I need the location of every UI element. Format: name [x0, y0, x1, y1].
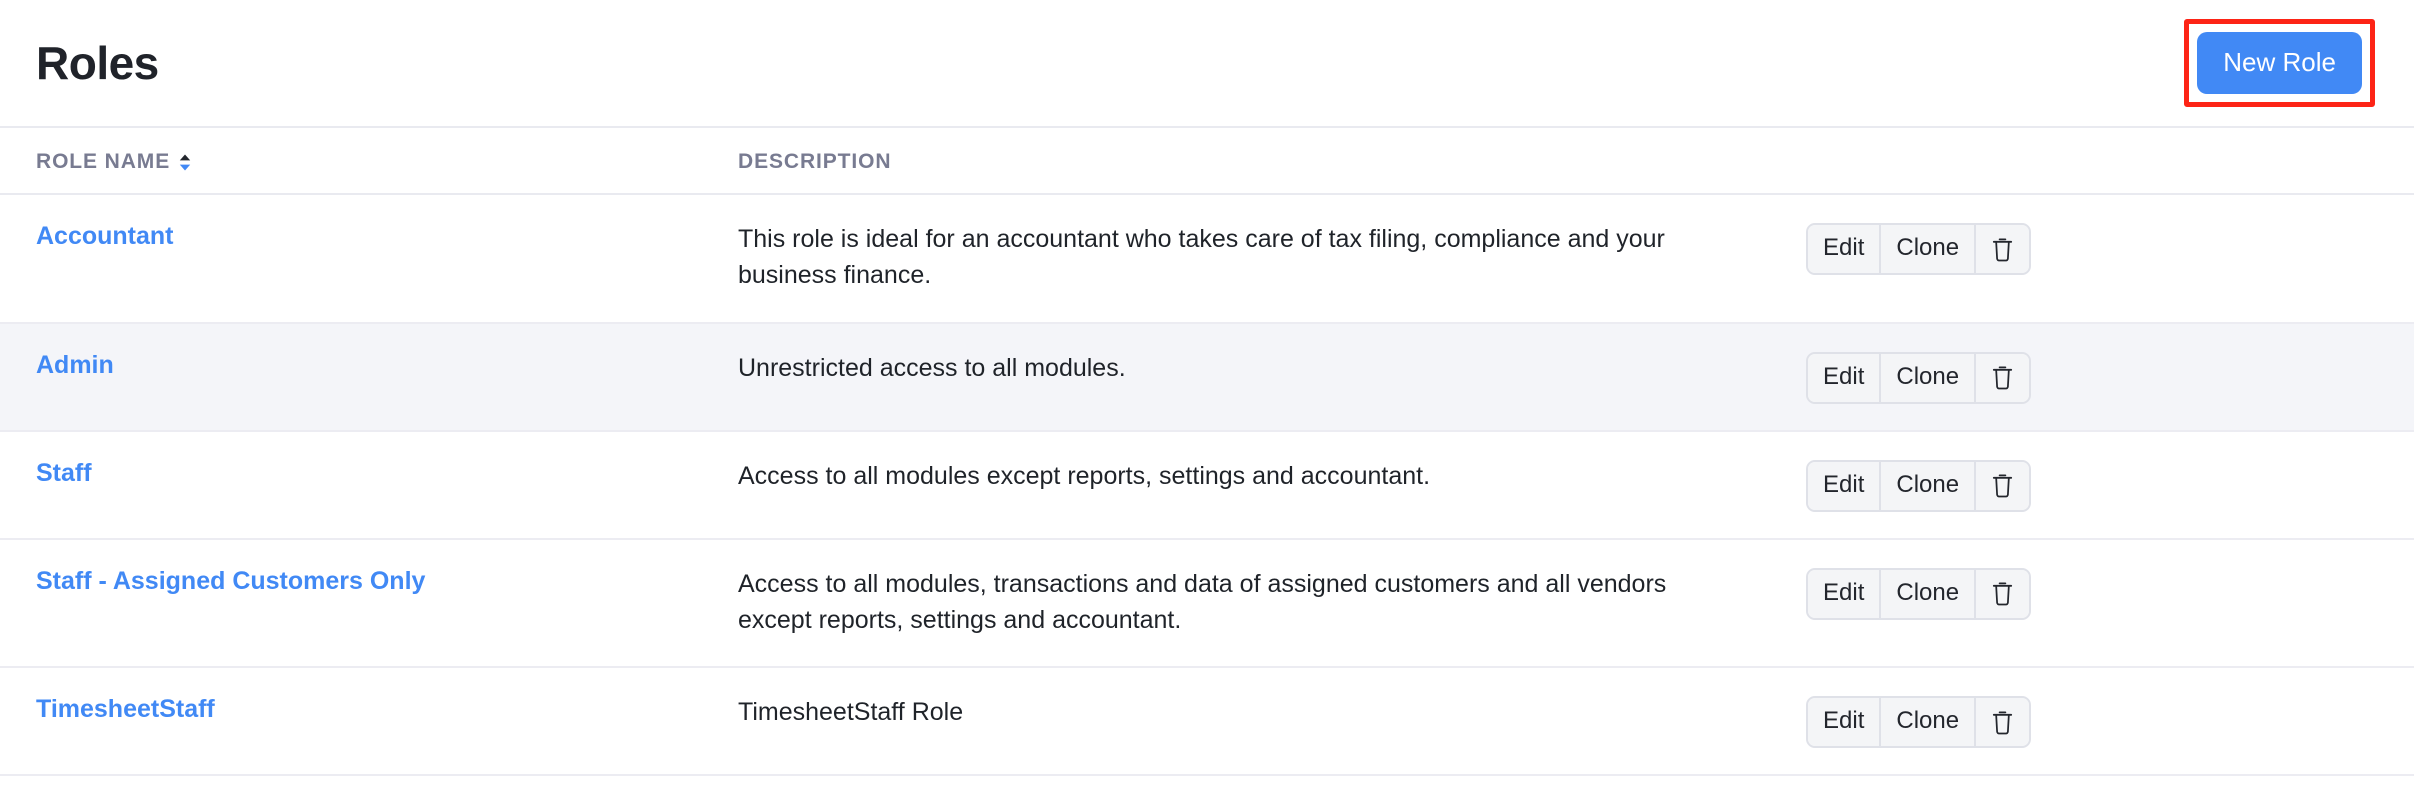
trash-icon [1990, 472, 2015, 499]
role-name-cell: TimesheetStaff [0, 667, 738, 775]
role-actions-cell: Edit Clone [1800, 667, 2414, 775]
table-row: Staff - Assigned Customers Only Access t… [0, 539, 2414, 668]
column-header-role-name[interactable]: ROLE NAME [0, 128, 738, 194]
role-name-sort-control[interactable]: ROLE NAME [36, 150, 192, 174]
row-action-group: Edit Clone [1806, 352, 2031, 404]
role-actions-cell: Edit Clone [1800, 539, 2414, 668]
clone-button[interactable]: Clone [1881, 570, 1976, 618]
table-row: Admin Unrestricted access to all modules… [0, 323, 2414, 431]
trash-icon [1990, 236, 2015, 263]
sort-chevrons-icon[interactable] [178, 153, 192, 172]
new-role-highlight-box: New Role [2184, 19, 2375, 107]
role-link-staff[interactable]: Staff [36, 458, 92, 489]
delete-button[interactable] [1976, 225, 2029, 273]
clone-button[interactable]: Clone [1881, 698, 1976, 746]
column-header-description-label: DESCRIPTION [738, 150, 891, 173]
delete-button[interactable] [1976, 462, 2029, 510]
row-action-group: Edit Clone [1806, 223, 2031, 275]
roles-page: Roles New Role ROLE NAME [0, 0, 2414, 788]
clone-button[interactable]: Clone [1881, 225, 1976, 273]
row-action-group: Edit Clone [1806, 696, 2031, 748]
role-link-accountant[interactable]: Accountant [36, 221, 174, 252]
role-name-cell: Staff [0, 431, 738, 539]
table-row: TimesheetStaff TimesheetStaff Role Edit … [0, 667, 2414, 775]
delete-button[interactable] [1976, 698, 2029, 746]
role-description-cell: This role is ideal for an accountant who… [738, 194, 1800, 323]
clone-button[interactable]: Clone [1881, 462, 1976, 510]
role-name-cell: Accountant [0, 194, 738, 323]
delete-button[interactable] [1976, 354, 2029, 402]
delete-button[interactable] [1976, 570, 2029, 618]
trash-icon [1990, 364, 2015, 391]
role-link-admin[interactable]: Admin [36, 350, 114, 381]
column-header-description: DESCRIPTION [738, 128, 1800, 194]
row-action-group: Edit Clone [1806, 460, 2031, 512]
page-title: Roles [36, 40, 159, 86]
roles-table: ROLE NAME DESCRIPTION [0, 128, 2414, 776]
table-row: Accountant This role is ideal for an acc… [0, 194, 2414, 323]
edit-button[interactable]: Edit [1808, 354, 1881, 402]
role-description-cell: Access to all modules except reports, se… [738, 431, 1800, 539]
role-description-cell: Unrestricted access to all modules. [738, 323, 1800, 431]
edit-button[interactable]: Edit [1808, 570, 1881, 618]
role-link-timesheetstaff[interactable]: TimesheetStaff [36, 694, 215, 725]
role-description-cell: TimesheetStaff Role [738, 667, 1800, 775]
column-header-actions [1800, 128, 2414, 194]
edit-button[interactable]: Edit [1808, 462, 1881, 510]
trash-icon [1990, 580, 2015, 607]
table-header: ROLE NAME DESCRIPTION [0, 128, 2414, 194]
role-description-cell: Access to all modules, transactions and … [738, 539, 1800, 668]
table-header-row: ROLE NAME DESCRIPTION [0, 128, 2414, 194]
role-actions-cell: Edit Clone [1800, 323, 2414, 431]
edit-button[interactable]: Edit [1808, 698, 1881, 746]
role-name-cell: Staff - Assigned Customers Only [0, 539, 738, 668]
edit-button[interactable]: Edit [1808, 225, 1881, 273]
role-name-cell: Admin [0, 323, 738, 431]
column-header-role-name-label: ROLE NAME [36, 150, 170, 174]
role-link-staff-assigned-customers-only[interactable]: Staff - Assigned Customers Only [36, 566, 425, 597]
table-body: Accountant This role is ideal for an acc… [0, 194, 2414, 775]
page-header: Roles New Role [0, 0, 2414, 128]
clone-button[interactable]: Clone [1881, 354, 1976, 402]
role-actions-cell: Edit Clone [1800, 431, 2414, 539]
trash-icon [1990, 709, 2015, 736]
role-actions-cell: Edit Clone [1800, 194, 2414, 323]
new-role-button[interactable]: New Role [2197, 32, 2362, 94]
table-row: Staff Access to all modules except repor… [0, 431, 2414, 539]
row-action-group: Edit Clone [1806, 568, 2031, 620]
